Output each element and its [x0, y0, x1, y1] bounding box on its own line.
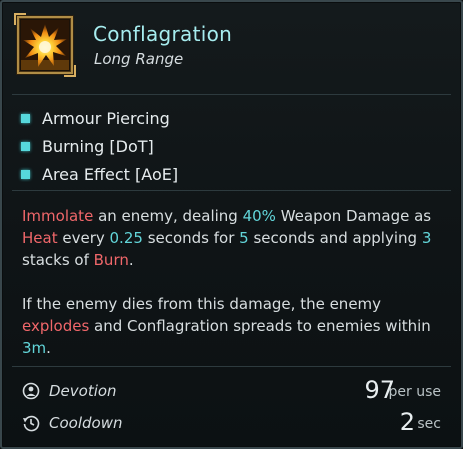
- trait-item: Burning [DoT]: [21, 134, 178, 158]
- skill-icon-frame: [14, 13, 76, 77]
- cooldown-label: Cooldown: [49, 414, 123, 432]
- description-text: .: [46, 339, 51, 357]
- bullet-icon: [21, 141, 30, 151]
- value-radius: 3m: [22, 339, 47, 357]
- description-paragraph-effect: Immolate an enemy, dealing 40% Weapon Da…: [22, 205, 450, 271]
- keyword-explodes: explodes: [22, 317, 90, 335]
- value-duration: 5: [239, 229, 249, 247]
- bullet-icon: [21, 113, 30, 123]
- trait-item: Area Effect [AoE]: [21, 162, 178, 186]
- cooldown-value: 2: [399, 408, 415, 436]
- description-text: seconds for: [142, 229, 240, 247]
- description-paragraph-explosion: If the enemy dies from this damage, the …: [22, 293, 450, 359]
- description-text: Weapon Damage as: [275, 207, 432, 225]
- stat-cooldown: Cooldown 2 sec: [22, 408, 441, 438]
- trait-label: Burning [DoT]: [42, 136, 154, 156]
- stat-devotion: Devotion 97 per use: [22, 376, 442, 406]
- skill-tooltip: Conflagration Long Range Armour Piercing…: [0, 0, 463, 449]
- skill-description: Immolate an enemy, dealing 40% Weapon Da…: [22, 205, 450, 381]
- trait-label: Armour Piercing: [42, 108, 170, 128]
- description-text: an enemy, dealing: [93, 207, 243, 225]
- explosion-icon: [21, 20, 69, 70]
- skill-range: Long Range: [94, 50, 184, 68]
- keyword-heat: Heat: [22, 229, 58, 247]
- cooldown-unit: sec: [417, 416, 441, 432]
- description-text: every: [57, 229, 110, 247]
- description-text: seconds and applying: [248, 229, 422, 247]
- description-text: If the enemy dies from this damage, the …: [22, 295, 382, 313]
- value-stacks: 3: [421, 229, 432, 247]
- trait-item: Armour Piercing: [21, 106, 178, 130]
- keyword-immolate: Immolate: [22, 207, 94, 225]
- tooltip-header: Conflagration Long Range: [2, 2, 461, 94]
- bullet-icon: [21, 169, 30, 179]
- divider-top: [12, 94, 451, 95]
- description-text: stacks of: [22, 251, 94, 269]
- skill-title: Conflagration: [93, 22, 233, 46]
- trait-label: Area Effect [AoE]: [42, 164, 179, 184]
- value-tick-interval: 0.25: [109, 229, 143, 247]
- divider-bottom: [12, 366, 451, 367]
- devotion-unit: per use: [388, 384, 442, 400]
- devotion-icon: [22, 382, 40, 400]
- devotion-label: Devotion: [49, 382, 117, 400]
- description-text: .: [128, 251, 134, 269]
- keyword-burn: Burn: [93, 251, 129, 269]
- cooldown-icon: [23, 415, 40, 432]
- description-text: and Conflagration spreads to enemies wit…: [89, 317, 431, 335]
- value-damage-percent: 40%: [242, 207, 276, 225]
- divider-middle: [12, 190, 451, 191]
- trait-list: Armour Piercing Burning [DoT] Area Effec…: [21, 106, 178, 190]
